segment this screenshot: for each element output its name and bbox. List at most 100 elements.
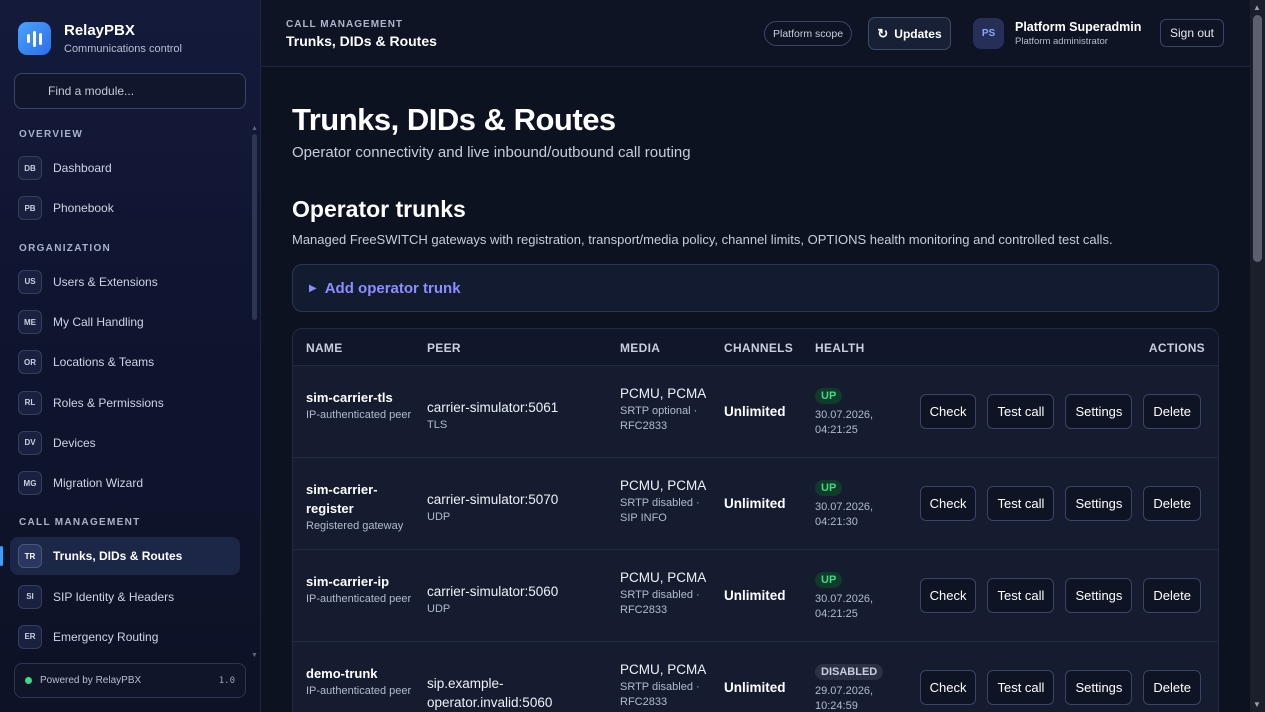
- page-scroll-down-icon[interactable]: ▼: [1253, 700, 1261, 709]
- test-call-button[interactable]: Test call: [987, 578, 1055, 613]
- updates-button[interactable]: ↻ Updates: [868, 17, 951, 50]
- breadcrumb-title: Trunks, DIDs & Routes: [286, 33, 437, 49]
- sidebar-item-db[interactable]: DB Dashboard: [0, 148, 250, 188]
- channels-cell: Unlimited: [724, 404, 786, 419]
- codecs: PCMU, PCMA: [620, 662, 707, 677]
- peer-transport: UDP: [427, 511, 451, 523]
- sidebar-item-me[interactable]: ME My Call Handling: [0, 302, 250, 342]
- media-cell: PCMU, PCMA SRTP disabled · RFC2833: [620, 660, 712, 710]
- sidebar-item-badge: MG: [18, 471, 42, 496]
- sidebar-item-dv[interactable]: DV Devices: [0, 423, 250, 463]
- sidebar-item-badge: TR: [18, 544, 42, 569]
- relaypbx-logo-icon: [18, 22, 51, 55]
- page-scrollbar-thumb[interactable]: [1253, 15, 1262, 262]
- sidebar-item-tr[interactable]: TR Trunks, DIDs & Routes: [0, 537, 240, 576]
- sidebar-item-er[interactable]: ER Emergency Routing: [0, 617, 250, 657]
- check-button[interactable]: Check: [919, 578, 977, 613]
- sidebar-item-rl[interactable]: RL Roles & Permissions: [0, 382, 250, 422]
- page-scroll-up-icon[interactable]: ▲: [1253, 3, 1261, 12]
- settings-button[interactable]: Settings: [1065, 578, 1133, 613]
- brand-name: RelayPBX: [64, 22, 135, 39]
- sidebar-item-si[interactable]: SI SIP Identity & Headers: [0, 576, 250, 616]
- delete-button[interactable]: Delete: [1143, 578, 1201, 613]
- status-badge: UP: [815, 388, 843, 404]
- settings-button[interactable]: Settings: [1065, 670, 1133, 705]
- status-badge: UP: [815, 480, 843, 496]
- media-policy: SRTP optional · RFC2833: [620, 405, 698, 432]
- peer-cell: carrier-simulator:5061 TLS: [427, 398, 607, 431]
- version-label: 1.0: [218, 675, 235, 686]
- peer-address: carrier-simulator:5061: [427, 400, 559, 415]
- trunk-name-cell: sim-carrier-register Registered gateway: [306, 480, 418, 534]
- peer-address: carrier-simulator:5070: [427, 492, 559, 507]
- delete-button[interactable]: Delete: [1143, 394, 1201, 429]
- health-cell: UP 30.07.2026, 04:21:30: [815, 478, 905, 530]
- media-policy: SRTP disabled · RFC2833: [620, 681, 700, 708]
- sidebar-item-badge: PB: [18, 196, 42, 221]
- trunk-name-cell: sim-carrier-tls IP-authenticated peer: [306, 388, 418, 423]
- health-timestamp: 30.07.2026, 04:21:30: [815, 501, 874, 528]
- trunk-name-cell: demo-trunk IP-authenticated peer: [306, 664, 418, 699]
- trunk-type: IP-authenticated peer: [306, 409, 412, 421]
- add-operator-trunk-toggle[interactable]: ▶ Add operator trunk: [292, 264, 1219, 312]
- test-call-button[interactable]: Test call: [987, 670, 1055, 705]
- row-actions: Check Test call Settings Delete: [919, 578, 1201, 613]
- table-row: sim-carrier-register Registered gateway …: [293, 458, 1218, 550]
- delete-button[interactable]: Delete: [1143, 670, 1201, 705]
- sidebar-item-badge: DB: [18, 156, 42, 181]
- check-button[interactable]: Check: [919, 670, 977, 705]
- sidebar-item-pb[interactable]: PB Phonebook: [0, 188, 250, 228]
- sidebar-item-mg[interactable]: MG Migration Wizard: [0, 463, 250, 503]
- sidebar-item-badge: DV: [18, 430, 42, 455]
- codecs: PCMU, PCMA: [620, 386, 707, 401]
- sidebar-item-badge: OR: [18, 350, 42, 375]
- media-policy: SRTP disabled · RFC2833: [620, 589, 700, 616]
- check-button[interactable]: Check: [919, 394, 977, 429]
- sidebar-item-label: Locations & Teams: [53, 355, 155, 370]
- status-dot-icon: [25, 677, 32, 684]
- sidebar-item-label: Emergency Routing: [53, 629, 159, 644]
- add-operator-trunk-label: Add operator trunk: [324, 279, 461, 297]
- brand[interactable]: RelayPBX Communications control: [18, 22, 182, 55]
- scroll-up-arrow-icon[interactable]: ▲: [251, 125, 258, 132]
- settings-button[interactable]: Settings: [1065, 486, 1133, 521]
- module-search-input[interactable]: [14, 73, 246, 109]
- expand-triangle-icon: ▶: [309, 282, 317, 294]
- peer-cell: carrier-simulator:5060 UDP: [427, 582, 607, 615]
- scroll-down-arrow-icon[interactable]: ▼: [251, 652, 258, 659]
- health-cell: DISABLED 29.07.2026, 10:24:59: [815, 662, 905, 712]
- col-channels: CHANNELS: [724, 341, 794, 355]
- trunk-type: Registered gateway: [306, 520, 404, 532]
- sidebar-item-us[interactable]: US Users & Extensions: [0, 262, 250, 302]
- section-description: Managed FreeSWITCH gateways with registr…: [292, 232, 1113, 247]
- powered-by-footer: Powered by RelayPBX 1.0: [14, 663, 246, 698]
- main-content: Trunks, DIDs & Routes Operator connectiv…: [261, 67, 1250, 712]
- trunk-type: IP-authenticated peer: [306, 685, 412, 697]
- section-title: Operator trunks: [292, 196, 466, 222]
- peer-transport: TLS: [427, 419, 448, 431]
- sidebar-item-label: Dashboard: [53, 161, 112, 176]
- updates-label: Updates: [894, 26, 942, 41]
- channels-cell: Unlimited: [724, 496, 786, 511]
- delete-button[interactable]: Delete: [1143, 486, 1201, 521]
- sidebar-item-or[interactable]: OR Locations & Teams: [0, 342, 250, 382]
- media-policy: SRTP disabled · SIP INFO: [620, 497, 700, 524]
- row-actions: Check Test call Settings Delete: [919, 394, 1201, 429]
- sidebar-scrollbar[interactable]: [252, 134, 257, 320]
- peer-transport: UDP: [427, 603, 451, 615]
- settings-button[interactable]: Settings: [1065, 394, 1133, 429]
- check-button[interactable]: Check: [919, 486, 977, 521]
- test-call-button[interactable]: Test call: [987, 486, 1055, 521]
- sidebar-item-label: Trunks, DIDs & Routes: [53, 549, 183, 564]
- health-timestamp: 30.07.2026, 04:21:25: [815, 409, 874, 436]
- codecs: PCMU, PCMA: [620, 478, 707, 493]
- sign-out-button[interactable]: Sign out: [1160, 19, 1224, 47]
- sidebar-item-label: SIP Identity & Headers: [53, 589, 175, 604]
- nav-section-heading: CALL MANAGEMENT: [19, 517, 141, 529]
- media-cell: PCMU, PCMA SRTP disabled · RFC2833: [620, 568, 712, 618]
- test-call-button[interactable]: Test call: [987, 394, 1055, 429]
- sidebar: RelayPBX Communications control OVERVIEW…: [0, 0, 261, 712]
- media-cell: PCMU, PCMA SRTP optional · RFC2833: [620, 384, 712, 434]
- row-actions: Check Test call Settings Delete: [919, 486, 1201, 521]
- avatar[interactable]: PS: [973, 18, 1004, 49]
